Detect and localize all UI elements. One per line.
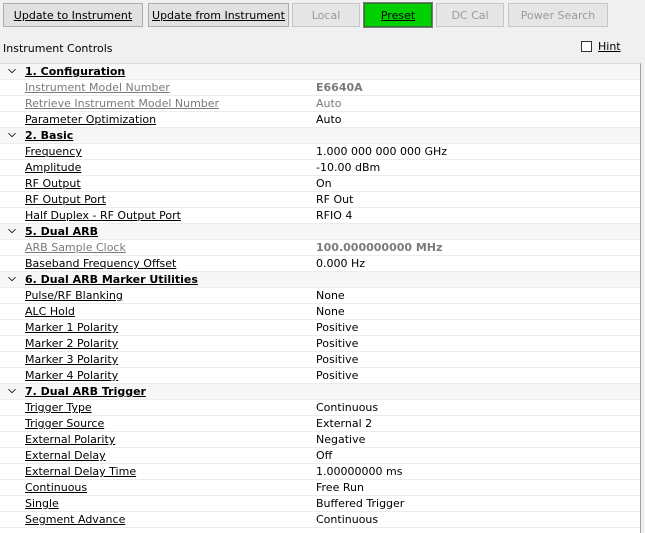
property-row[interactable]: Segment Advance Continuous bbox=[0, 512, 640, 528]
property-name: Marker 3 Polarity bbox=[25, 353, 119, 366]
property-value: Buffered Trigger bbox=[316, 497, 405, 510]
update-from-instrument-button[interactable]: Update from Instrument bbox=[148, 3, 289, 27]
power-search-button[interactable]: Power Search bbox=[508, 3, 608, 27]
property-value: Negative bbox=[316, 433, 366, 446]
property-value: Free Run bbox=[316, 481, 364, 494]
property-row[interactable]: External Delay Time 1.00000000 ms bbox=[0, 464, 640, 480]
property-name: Parameter Optimization bbox=[25, 113, 157, 126]
property-value: RFIO 4 bbox=[316, 209, 353, 222]
property-value: Continuous bbox=[316, 513, 379, 526]
chevron-down-icon[interactable]: ⌵ bbox=[6, 129, 18, 140]
property-name: Frequency bbox=[25, 145, 82, 158]
property-value: Continuous bbox=[316, 401, 379, 414]
category-title: 5. Dual ARB bbox=[25, 225, 99, 238]
property-name: Marker 4 Polarity bbox=[25, 369, 119, 382]
property-value: Positive bbox=[316, 337, 359, 350]
property-value: E6640A bbox=[316, 81, 363, 94]
property-row[interactable]: Half Duplex - RF Output Port RFIO 4 bbox=[0, 208, 640, 224]
property-row[interactable]: Marker 3 Polarity Positive bbox=[0, 352, 640, 368]
property-value: 0.000 Hz bbox=[316, 257, 366, 270]
property-row[interactable]: Pulse/RF Blanking None bbox=[0, 288, 640, 304]
property-row[interactable]: Baseband Frequency Offset 0.000 Hz bbox=[0, 256, 640, 272]
property-row[interactable]: Parameter Optimization Auto bbox=[0, 112, 640, 128]
property-name: External Delay Time bbox=[25, 465, 137, 478]
category-dual-arb-marker-utilities[interactable]: ⌵ 6. Dual ARB Marker Utilities bbox=[0, 272, 640, 288]
property-value: Auto bbox=[316, 113, 342, 126]
property-row[interactable]: Marker 1 Polarity Positive bbox=[0, 320, 640, 336]
category-title: 1. Configuration bbox=[25, 65, 126, 78]
category-dual-arb[interactable]: ⌵ 5. Dual ARB bbox=[0, 224, 640, 240]
preset-button[interactable]: Preset bbox=[363, 2, 433, 28]
property-value: None bbox=[316, 305, 345, 318]
toolbar: Update to Instrument Update from Instrum… bbox=[0, 0, 645, 32]
category-dual-arb-trigger[interactable]: ⌵ 7. Dual ARB Trigger bbox=[0, 384, 640, 400]
category-title: 2. Basic bbox=[25, 129, 74, 142]
category-basic[interactable]: ⌵ 2. Basic bbox=[0, 128, 640, 144]
property-value: Auto bbox=[316, 97, 342, 110]
property-name: Amplitude bbox=[25, 161, 82, 174]
category-configuration[interactable]: ⌵ 1. Configuration bbox=[0, 64, 640, 80]
category-title: 6. Dual ARB Marker Utilities bbox=[25, 273, 198, 286]
property-value: On bbox=[316, 177, 332, 190]
property-grid: ⌵ 1. Configuration Instrument Model Numb… bbox=[0, 63, 641, 533]
property-name: Continuous bbox=[25, 481, 88, 494]
property-value: Positive bbox=[316, 369, 359, 382]
property-name: ARB Sample Clock bbox=[25, 241, 126, 254]
chevron-down-icon[interactable]: ⌵ bbox=[6, 273, 18, 284]
property-row[interactable]: ARB Sample Clock 100.000000000 MHz bbox=[0, 240, 640, 256]
property-row[interactable]: Trigger Source External 2 bbox=[0, 416, 640, 432]
property-name: Marker 2 Polarity bbox=[25, 337, 119, 350]
property-row[interactable]: Trigger Type Continuous bbox=[0, 400, 640, 416]
property-value: None bbox=[316, 289, 345, 302]
property-value: 1.00000000 ms bbox=[316, 465, 403, 478]
property-value: Positive bbox=[316, 353, 359, 366]
property-row[interactable]: RF Output On bbox=[0, 176, 640, 192]
property-name: External Delay bbox=[25, 449, 106, 462]
property-row[interactable]: Marker 4 Polarity Positive bbox=[0, 368, 640, 384]
property-row[interactable]: Retrieve Instrument Model Number Auto bbox=[0, 96, 640, 112]
chevron-down-icon[interactable]: ⌵ bbox=[6, 65, 18, 76]
hint-checkbox[interactable]: Hint bbox=[581, 40, 621, 53]
property-value: 1.000 000 000 000 GHz bbox=[316, 145, 448, 158]
property-name: RF Output Port bbox=[25, 193, 106, 206]
property-row[interactable]: External Delay Off bbox=[0, 448, 640, 464]
property-row[interactable]: Single Buffered Trigger bbox=[0, 496, 640, 512]
property-name: ALC Hold bbox=[25, 305, 75, 318]
property-value: 100.000000000 MHz bbox=[316, 241, 443, 254]
property-row[interactable]: RF Output Port RF Out bbox=[0, 192, 640, 208]
property-name: Retrieve Instrument Model Number bbox=[25, 97, 220, 110]
instrument-controls-title: Instrument Controls bbox=[3, 42, 113, 55]
category-title: 7. Dual ARB Trigger bbox=[25, 385, 146, 398]
property-name: Single bbox=[25, 497, 59, 510]
property-name: Instrument Model Number bbox=[25, 81, 170, 94]
local-button[interactable]: Local bbox=[292, 3, 360, 27]
property-name: Half Duplex - RF Output Port bbox=[25, 209, 181, 222]
property-value: Off bbox=[316, 449, 333, 462]
property-name: External Polarity bbox=[25, 433, 116, 446]
property-name: Segment Advance bbox=[25, 513, 126, 526]
property-name: Trigger Source bbox=[25, 417, 105, 430]
property-row[interactable]: ALC Hold None bbox=[0, 304, 640, 320]
property-value: External 2 bbox=[316, 417, 373, 430]
property-row[interactable]: Marker 2 Polarity Positive bbox=[0, 336, 640, 352]
property-name: Marker 1 Polarity bbox=[25, 321, 119, 334]
property-name: RF Output bbox=[25, 177, 81, 190]
property-name: Baseband Frequency Offset bbox=[25, 257, 177, 270]
dc-cal-button[interactable]: DC Cal bbox=[436, 3, 504, 27]
property-value: -10.00 dBm bbox=[316, 161, 381, 174]
property-name: Trigger Type bbox=[25, 401, 92, 414]
property-value: RF Out bbox=[316, 193, 354, 206]
property-row[interactable]: Instrument Model Number E6640A bbox=[0, 80, 640, 96]
property-row[interactable]: External Polarity Negative bbox=[0, 432, 640, 448]
property-row[interactable]: Frequency 1.000 000 000 000 GHz bbox=[0, 144, 640, 160]
chevron-down-icon[interactable]: ⌵ bbox=[6, 225, 18, 236]
property-name: Pulse/RF Blanking bbox=[25, 289, 123, 302]
hint-label: Hint bbox=[598, 40, 621, 53]
checkbox-icon[interactable] bbox=[581, 41, 592, 52]
update-to-instrument-button[interactable]: Update to Instrument bbox=[3, 3, 143, 27]
chevron-down-icon[interactable]: ⌵ bbox=[6, 385, 18, 396]
property-row[interactable]: Continuous Free Run bbox=[0, 480, 640, 496]
property-row[interactable]: Amplitude -10.00 dBm bbox=[0, 160, 640, 176]
property-value: Positive bbox=[316, 321, 359, 334]
